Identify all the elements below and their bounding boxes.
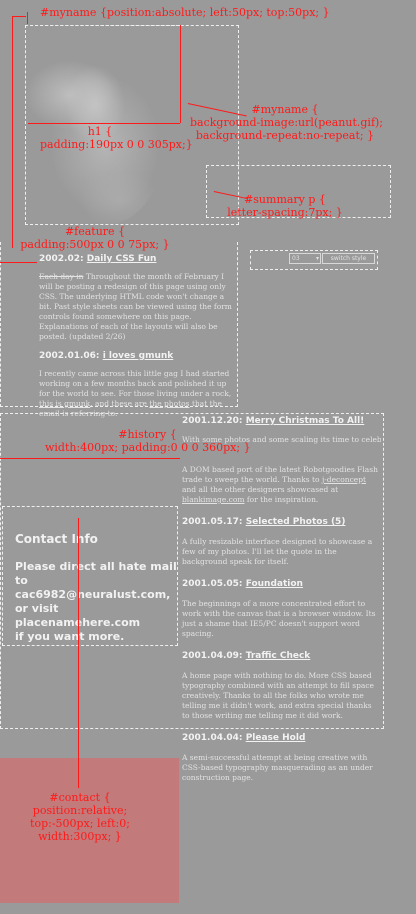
annotation-line <box>180 25 181 123</box>
post-date: 2002.02: <box>39 254 84 264</box>
annotation-line-text: position:relative; <box>32 804 128 817</box>
post-link-daily-css[interactable]: Daily CSS Fun <box>87 254 157 264</box>
h1-padding-box <box>25 25 180 120</box>
post-body-text: , and these are <box>90 399 147 408</box>
post-link-traffic-check[interactable]: Traffic Check <box>246 651 311 661</box>
post-title: 2001.04.09: Traffic Check <box>182 651 381 661</box>
post-title: 2002.01.06: i loves gmunk <box>39 351 239 361</box>
post-link-christmas[interactable]: Merry Christmas To All! <box>246 416 365 426</box>
link-j-deconcept[interactable]: j-deconcept <box>322 475 366 484</box>
contact-email-line[interactable]: to cac6982@neuralust.com, <box>15 574 180 602</box>
annotation-contact: #contact { position:relative; top:-500px… <box>20 791 140 843</box>
annotation-line-text: letter-spacing:7px; } <box>227 206 343 219</box>
style-select[interactable]: 03 ▾ <box>289 253 321 264</box>
annotation-h1: h1 { padding:190px 0 0 305px;} <box>40 125 193 151</box>
annotation-line-text: background-image:url(peanut.gif); <box>190 116 384 129</box>
contact-line: if you want more. <box>15 630 125 643</box>
history-section: 2001.12.20: Merry Christmas To All! With… <box>182 416 381 783</box>
link-the-photos[interactable]: the photos <box>149 399 189 408</box>
chevron-down-icon: ▾ <box>315 255 319 262</box>
post-body: Each day in Throughout the month of Febr… <box>39 272 239 342</box>
annotation-line-text: #feature { <box>64 225 126 238</box>
struck-text: Each day in <box>39 272 84 281</box>
annotation-line-text: padding:190px 0 0 305px;} <box>40 138 193 151</box>
post-date: 2001.05.17: <box>182 517 243 527</box>
contact-line: Please direct all hate mail <box>15 560 177 573</box>
annotation-myname-position: #myname {position:absolute; left:50px; t… <box>40 6 330 19</box>
post-body-text: Throughout the month of February I will … <box>39 272 232 341</box>
post-link-please-hold[interactable]: Please Hold <box>246 733 306 743</box>
post-body: A semi-successful attempt at being creat… <box>182 753 373 782</box>
feature-section: 2002.02: Daily CSS Fun Each day in Throu… <box>39 254 239 419</box>
annotation-summary: #summary p { letter-spacing:7px; } <box>215 193 355 219</box>
post-body-text: and all the other designers showcased at <box>182 485 339 494</box>
contact-section: Contact Info Please direct all hate mail… <box>15 532 180 644</box>
style-select-value: 03 <box>292 255 300 262</box>
annotation-line-text: #contact { <box>49 791 111 804</box>
annotation-line-text: #myname { <box>251 103 319 116</box>
contact-text: Please direct all hate mail to cac6982@n… <box>15 560 180 644</box>
link-this-is-gmunk[interactable]: this is gmunk <box>39 399 90 408</box>
link-blankimage[interactable]: blankimage.com <box>182 495 244 504</box>
annotation-line <box>0 262 37 263</box>
post-title: 2001.05.17: Selected Photos (5) <box>182 517 381 527</box>
switch-style-label: switch style <box>330 255 367 262</box>
annotation-line-text: background-repeat:no-repeat; } <box>195 129 375 142</box>
annotation-line <box>28 123 180 124</box>
annotation-line-text: padding:500px 0 0 75px; } <box>20 238 170 251</box>
annotation-line-text: top:-500px; left:0; <box>30 817 130 830</box>
post-date: 2001.12.20: <box>182 416 243 426</box>
post-body: A DOM based port of the latest Robotgood… <box>182 465 381 505</box>
switch-style-button[interactable]: switch style <box>322 253 375 264</box>
post-date: 2001.04.09: <box>182 651 243 661</box>
post-body: The beginnings of a more concentrated ef… <box>182 599 376 638</box>
annotation-line-text: h1 { <box>87 125 113 138</box>
annotation-feature: #feature { padding:500px 0 0 75px; } <box>20 225 170 251</box>
annotation-line-text: #summary p { <box>244 193 326 206</box>
post-title: 2001.12.20: Merry Christmas To All! <box>182 416 381 426</box>
post-body: A home page with nothing to do. More CSS… <box>182 671 374 720</box>
post-date: 2002.01.06: <box>39 351 100 361</box>
post-body: I recently came across this little gag I… <box>39 369 239 419</box>
annotation-myname-background: #myname { background-image:url(peanut.gi… <box>190 103 384 142</box>
contact-site-line[interactable]: or visit placenamehere.com <box>15 602 180 630</box>
annotation-line <box>78 518 79 788</box>
annotation-line <box>12 16 26 17</box>
post-link-foundation[interactable]: Foundation <box>246 579 303 589</box>
post-date: 2001.04.04: <box>182 733 243 743</box>
post-body-text: for the inspiration. <box>246 495 319 504</box>
post-title: 2001.05.05: Foundation <box>182 579 381 589</box>
annotation-history: #history { width:400px; padding:0 0 0 36… <box>45 428 251 454</box>
contact-title: Contact Info <box>15 532 98 546</box>
annotation-line <box>12 16 13 248</box>
post-title: 2001.04.04: Please Hold <box>182 733 381 743</box>
post-title: 2002.02: Daily CSS Fun <box>39 254 239 264</box>
annotation-line-text: #history { <box>118 428 177 441</box>
annotation-line-text: width:400px; padding:0 0 0 360px; } <box>45 441 251 454</box>
post-date: 2001.05.05: <box>182 579 243 589</box>
post-body-text: I recently came across this little gag I… <box>39 369 232 398</box>
post-link-gmunk[interactable]: i loves gmunk <box>103 351 174 361</box>
post-link-selected-photos[interactable]: Selected Photos (5) <box>246 517 346 527</box>
annotation-line <box>0 458 180 459</box>
annotation-line <box>27 12 28 24</box>
annotation-line-text: width:300px; } <box>38 830 122 843</box>
post-body: A fully resizable interface designed to … <box>182 537 373 566</box>
